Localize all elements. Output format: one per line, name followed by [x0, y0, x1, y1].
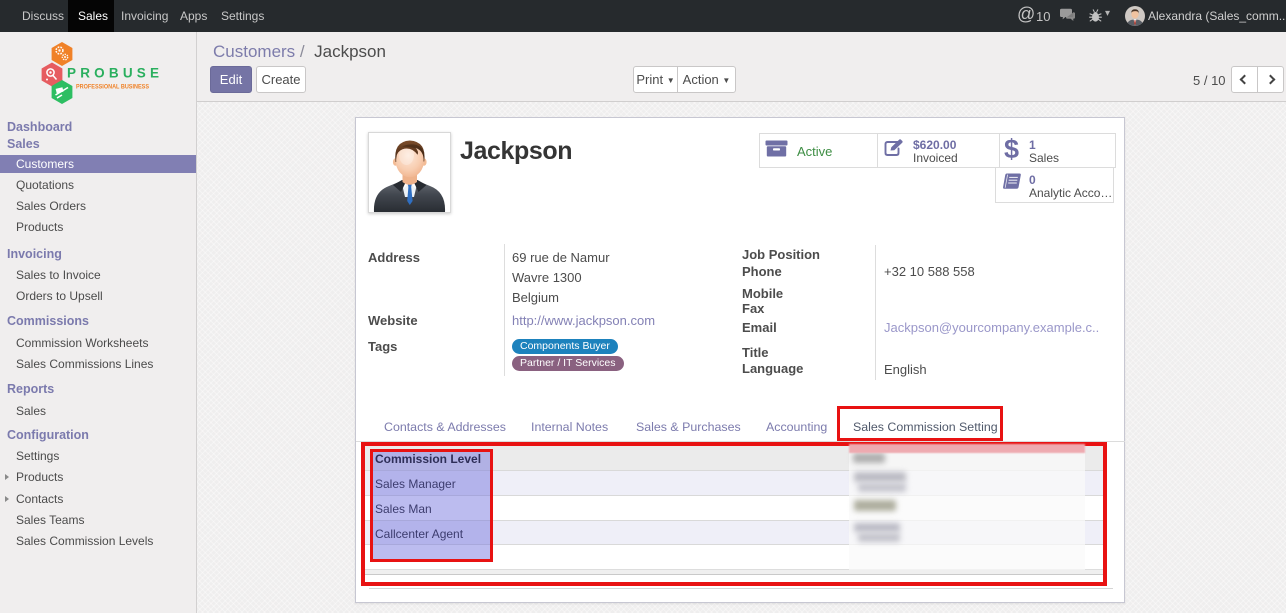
svg-text:PROBUSE: PROBUSE	[67, 66, 159, 81]
svg-text:PROFESSIONAL BUSINESS: PROFESSIONAL BUSINESS	[76, 84, 150, 91]
